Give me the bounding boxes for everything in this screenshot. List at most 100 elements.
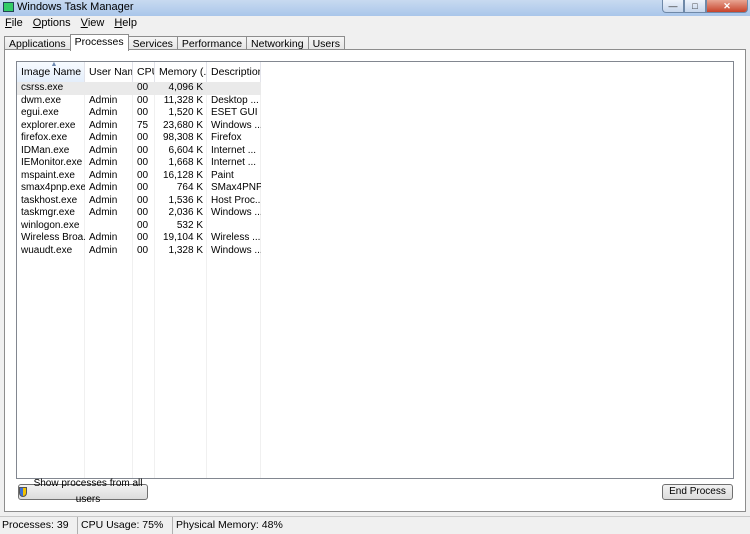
status-cpu-usage: CPU Usage: 75% — [78, 517, 173, 534]
process-row[interactable]: Wireless Broa... Admin 00 19,104 K Wireless … — [17, 232, 261, 245]
cell-image: IEMonitor.exe — [21, 157, 83, 168]
cell-memory: 1,668 K — [168, 157, 203, 168]
cell-user — [85, 220, 133, 233]
menu-help[interactable]: Help — [109, 16, 142, 31]
cell-cpu: 75 — [137, 119, 149, 131]
cell-cpu: 00 — [137, 219, 149, 231]
cell-cpu: 00 — [137, 244, 149, 256]
cell-image: IDMan.exe — [21, 144, 70, 156]
cell-cpu: 00 — [137, 144, 149, 156]
title-bar: Windows Task Manager — □ ✕ — [0, 0, 750, 17]
cell-description: Paint — [211, 169, 234, 181]
cell-user: Admin — [89, 107, 118, 118]
process-row[interactable]: taskhost.exe Admin 00 1,536 K Host Proc... — [17, 195, 261, 208]
cell-user: Admin — [89, 194, 118, 206]
menu-view[interactable]: View — [76, 16, 110, 31]
process-row[interactable]: IDMan.exe Admin 00 6,604 K Internet ... — [17, 145, 261, 158]
menu-file[interactable]: File — [0, 16, 28, 31]
cell-user: Admin — [89, 119, 118, 131]
cell-description: Internet ... — [211, 157, 257, 168]
minimize-button[interactable]: — — [662, 0, 684, 13]
process-row[interactable]: smax4pnp.exe Admin 00 764 K SMax4PNP — [17, 182, 261, 195]
cell-user: Admin — [89, 144, 118, 156]
cell-memory: 1,328 K — [168, 244, 203, 256]
cell-image: firefox.exe — [21, 132, 68, 143]
cell-user: Admin — [89, 232, 118, 243]
cell-description: Wireless ... — [211, 232, 261, 243]
cell-description — [207, 220, 261, 233]
window-controls: — □ ✕ — [662, 0, 748, 14]
cell-memory: 19,104 K — [162, 232, 203, 243]
cell-image: taskhost.exe — [21, 194, 78, 206]
cell-cpu: 00 — [137, 82, 149, 93]
cell-description: Firefox — [211, 132, 242, 143]
column-image-name[interactable]: ▲ Image Name — [17, 62, 85, 82]
cell-cpu: 00 — [137, 182, 149, 193]
process-row[interactable]: egui.exe Admin 00 1,520 K ESET GUI — [17, 107, 261, 120]
cell-cpu: 00 — [137, 207, 149, 218]
cell-memory: 2,036 K — [168, 207, 203, 218]
status-processes: Processes: 39 — [0, 517, 78, 534]
cell-memory: 23,680 K — [162, 119, 203, 131]
cell-description: Internet ... — [211, 144, 257, 156]
cell-memory: 532 K — [176, 219, 203, 231]
process-row[interactable]: taskmgr.exe Admin 00 2,036 K Windows ... — [17, 207, 261, 220]
column-memory[interactable]: Memory (... — [155, 62, 207, 82]
cell-image: csrss.exe — [21, 82, 64, 93]
cell-memory: 1,536 K — [168, 194, 203, 206]
cell-image: mspaint.exe — [21, 169, 75, 181]
process-row[interactable]: wuaudt.exe Admin 00 1,328 K Windows ... — [17, 245, 261, 258]
cell-user: Admin — [89, 94, 118, 106]
cell-memory: 6,604 K — [168, 144, 203, 156]
status-bar: Processes: 39 CPU Usage: 75% Physical Me… — [0, 516, 750, 534]
status-physical-memory: Physical Memory: 48% — [176, 519, 283, 531]
cell-memory: 1,520 K — [168, 107, 203, 118]
process-row[interactable]: firefox.exe Admin 00 98,308 K Firefox — [17, 132, 261, 145]
cell-description: Windows ... — [211, 119, 261, 131]
cell-image: smax4pnp.exe — [21, 182, 85, 193]
tab-strip: Applications Processes Services Performa… — [4, 34, 345, 51]
column-cpu[interactable]: CPU — [133, 62, 155, 82]
cell-memory: 764 K — [176, 182, 203, 193]
process-row[interactable]: dwm.exe Admin 00 11,328 K Desktop ... — [17, 95, 261, 108]
sort-ascending-icon: ▲ — [50, 62, 58, 68]
cell-image: Wireless Broa... — [21, 232, 85, 243]
cell-description: Windows ... — [211, 207, 261, 218]
end-process-button[interactable]: End Process — [662, 484, 733, 500]
cell-cpu: 00 — [137, 107, 149, 118]
cell-cpu: 00 — [137, 157, 149, 168]
cell-image: wuaudt.exe — [21, 244, 73, 256]
process-row[interactable]: explorer.exe Admin 75 23,680 K Windows ... — [17, 120, 261, 133]
maximize-button[interactable]: □ — [684, 0, 706, 13]
close-button[interactable]: ✕ — [706, 0, 748, 13]
task-manager-icon — [3, 2, 14, 12]
cell-cpu: 00 — [137, 194, 149, 206]
process-row[interactable]: winlogon.exe 00 532 K — [17, 220, 261, 233]
cell-description — [207, 82, 261, 95]
cell-memory: 16,128 K — [162, 169, 203, 181]
cell-memory: 4,096 K — [168, 82, 203, 93]
cell-cpu: 00 — [137, 132, 149, 143]
column-user-name[interactable]: User Name — [85, 62, 133, 82]
cell-user: Admin — [89, 207, 118, 218]
process-list[interactable]: ▲Image Name User Name CPU Memory (... De… — [16, 61, 734, 479]
menu-options[interactable]: Options — [28, 16, 76, 31]
cell-description: ESET GUI — [211, 107, 258, 118]
cell-image: egui.exe — [21, 107, 59, 118]
tab-processes[interactable]: Processes — [69, 34, 129, 51]
menu-bar: File Options View Help — [0, 16, 750, 31]
process-row[interactable]: IEMonitor.exe Admin 00 1,668 K Internet ... — [17, 157, 261, 170]
process-row[interactable]: csrss.exe 00 4,096 K — [17, 82, 261, 95]
column-description[interactable]: Description — [207, 62, 261, 82]
cell-user: Admin — [89, 157, 118, 168]
cell-user — [85, 82, 133, 95]
column-header-row: ▲Image Name User Name CPU Memory (... De… — [17, 62, 261, 82]
cell-cpu: 00 — [137, 232, 149, 243]
process-row[interactable]: mspaint.exe Admin 00 16,128 K Paint — [17, 170, 261, 183]
cell-description: SMax4PNP — [211, 182, 261, 193]
cell-description: Windows ... — [211, 244, 261, 256]
cell-memory: 98,308 K — [162, 132, 203, 143]
cell-user: Admin — [89, 132, 118, 143]
show-all-processes-button[interactable]: Show processes from all users — [18, 478, 148, 505]
uac-shield-icon — [19, 487, 28, 497]
